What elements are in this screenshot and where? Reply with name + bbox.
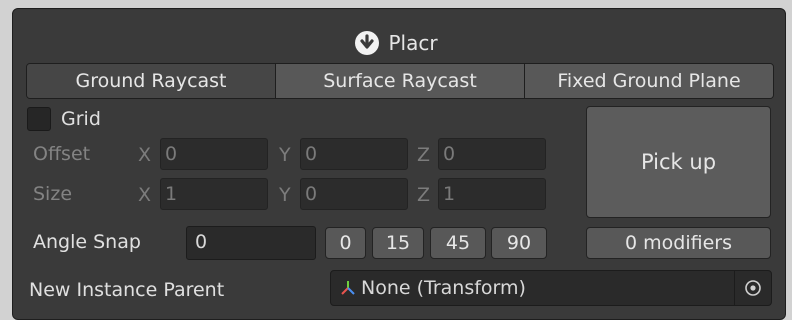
panel-header: Placr [0,21,792,65]
offset-y-field[interactable]: 0 [300,138,408,170]
angle-snap-0-button[interactable]: 0 [325,227,366,259]
offset-z-axis-label: Z [417,144,431,166]
size-z-axis-label: Z [417,184,431,206]
size-label: Size [33,183,73,205]
tab-fixed-ground-plane[interactable]: Fixed Ground Plane [525,64,773,98]
size-x-axis-label: X [138,184,152,206]
size-x-field[interactable]: 1 [160,178,268,210]
new-instance-parent-field[interactable]: None (Transform) [330,270,772,306]
panel-title: Placr [388,31,438,55]
transform-icon [339,279,357,297]
offset-x-field[interactable]: 0 [160,138,268,170]
new-instance-parent-label: New Instance Parent [29,279,225,301]
angle-snap-90-button[interactable]: 90 [491,227,547,259]
size-y-field[interactable]: 0 [300,178,408,210]
angle-snap-15-button[interactable]: 15 [372,227,424,259]
modifiers-button[interactable]: 0 modifiers [586,227,771,259]
tab-ground-raycast[interactable]: Ground Raycast [27,64,276,98]
tab-surface-raycast[interactable]: Surface Raycast [276,64,525,98]
pick-up-button[interactable]: Pick up [586,106,771,218]
parent-value: None (Transform) [361,277,526,299]
angle-snap-label: Angle Snap [33,231,141,253]
offset-label: Offset [33,143,91,165]
placr-logo-icon [354,30,380,56]
angle-snap-45-button[interactable]: 45 [430,227,486,259]
offset-x-axis-label: X [138,144,152,166]
size-y-axis-label: Y [279,184,291,206]
angle-snap-field[interactable]: 0 [186,226,316,260]
offset-z-field[interactable]: 0 [438,138,546,170]
grid-checkbox[interactable] [27,107,51,131]
object-picker-icon[interactable] [734,271,771,305]
raycast-mode-tabs: Ground Raycast Surface Raycast Fixed Gro… [26,63,774,99]
size-z-field[interactable]: 1 [438,178,546,210]
offset-y-axis-label: Y [279,144,291,166]
grid-label: Grid [61,108,101,130]
